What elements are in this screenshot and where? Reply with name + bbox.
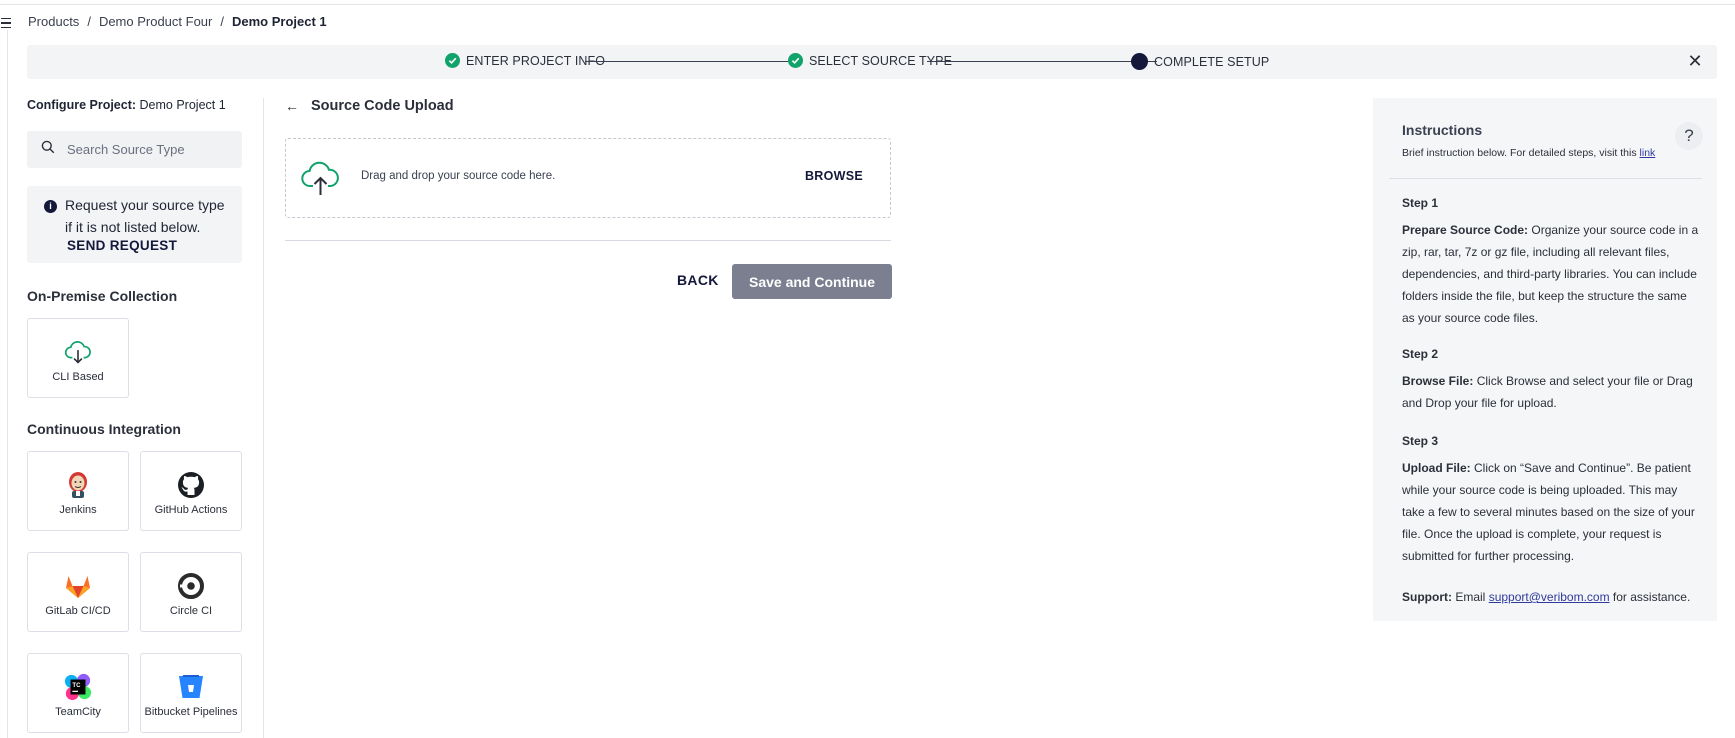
source-tile-gitlab[interactable]: GitLab CI/CD xyxy=(27,552,129,632)
source-tile-circleci[interactable]: Circle CI xyxy=(140,552,242,632)
browse-button[interactable]: BROWSE xyxy=(805,169,863,183)
step-connector xyxy=(585,61,797,62)
source-tile-label: Bitbucket Pipelines xyxy=(144,706,238,718)
breadcrumb-separator: / xyxy=(87,14,91,29)
source-tile-label: Jenkins xyxy=(59,504,97,516)
bitbucket-icon xyxy=(177,673,205,701)
close-icon[interactable]: ✕ xyxy=(1685,51,1705,71)
step-enter-project-info: ENTER PROJECT INFO xyxy=(445,53,605,68)
github-icon xyxy=(177,471,205,499)
search-input[interactable] xyxy=(67,142,217,157)
step-body: Upload File: Click on “Save and Continue… xyxy=(1402,457,1702,567)
support-suffix: for assistance. xyxy=(1609,590,1691,604)
section-on-premise: On-Premise Collection xyxy=(27,288,178,304)
step-complete-setup: COMPLETE SETUP xyxy=(1131,53,1269,70)
teamcity-icon: TC xyxy=(64,673,92,701)
step-heading: Step 1 xyxy=(1402,196,1439,210)
save-and-continue-button[interactable]: Save and Continue xyxy=(732,264,892,299)
source-tile-label: Circle CI xyxy=(169,605,213,617)
instructions-subtitle-text: Brief instruction below. For detailed st… xyxy=(1402,147,1637,159)
section-continuous-integration: Continuous Integration xyxy=(27,421,181,437)
support-prefix: Email xyxy=(1452,590,1489,604)
breadcrumb: Products / Demo Product Four / Demo Proj… xyxy=(28,14,327,29)
step-body: Browse File: Click Browse and select you… xyxy=(1402,370,1702,414)
help-icon[interactable]: ? xyxy=(1675,122,1703,150)
step-label: COMPLETE SETUP xyxy=(1154,54,1270,69)
info-icon: i xyxy=(44,200,57,213)
request-message: Request your source type if it is not li… xyxy=(65,197,225,235)
divider xyxy=(285,240,891,241)
source-tile-label: CLI Based xyxy=(52,371,104,383)
jenkins-icon xyxy=(64,471,92,499)
file-dropzone[interactable]: Drag and drop your source code here. BRO… xyxy=(285,138,891,218)
cloud-download-icon xyxy=(64,338,92,366)
step-body: Prepare Source Code: Organize your sourc… xyxy=(1402,219,1702,329)
svg-text:TC: TC xyxy=(72,683,81,689)
source-tile-teamcity[interactable]: TC TeamCity xyxy=(27,653,129,733)
instructions-link[interactable]: link xyxy=(1640,147,1656,159)
back-arrow-icon[interactable]: ← xyxy=(285,98,299,114)
instructions-title: Instructions xyxy=(1402,122,1483,138)
step-heading: Step 3 xyxy=(1402,434,1439,448)
step-bold: Prepare Source Code: xyxy=(1402,223,1529,237)
breadcrumb-current: Demo Project 1 xyxy=(232,14,327,29)
source-tile-label: GitLab CI/CD xyxy=(45,605,111,617)
instruction-step-3: Step 3 Upload File: Click on “Save and C… xyxy=(1402,430,1702,567)
send-request-button[interactable]: SEND REQUEST xyxy=(67,238,177,253)
search-source-type[interactable] xyxy=(27,131,242,168)
sidebar-divider xyxy=(263,98,264,738)
circleci-icon xyxy=(177,572,205,600)
source-type-sidebar: Configure Project: Demo Project 1 i Requ… xyxy=(27,98,242,733)
instruction-step-1: Step 1 Prepare Source Code: Organize you… xyxy=(1402,192,1702,329)
step-bold: Upload File: xyxy=(1402,461,1471,475)
left-divider xyxy=(7,30,8,738)
dropzone-text: Drag and drop your source code here. xyxy=(361,170,556,182)
breadcrumb-products[interactable]: Products xyxy=(28,14,79,29)
support-email-link[interactable]: support@veribom.com xyxy=(1489,590,1610,604)
configure-project-title: Configure Project: Demo Project 1 xyxy=(27,98,242,112)
breadcrumb-separator: / xyxy=(220,14,224,29)
instructions-divider xyxy=(1389,178,1702,179)
step-bold: Browse File: xyxy=(1402,374,1474,388)
source-tile-cli[interactable]: CLI Based xyxy=(27,318,129,398)
back-button[interactable]: BACK xyxy=(677,272,719,288)
configure-project-label: Configure Project: xyxy=(27,98,137,112)
instructions-panel: Instructions Brief instruction below. Fo… xyxy=(1373,98,1717,621)
step-connector xyxy=(927,61,1157,62)
step-heading: Step 2 xyxy=(1402,347,1439,361)
page-title: Source Code Upload xyxy=(311,98,454,114)
instructions-subtitle: Brief instruction below. For detailed st… xyxy=(1402,147,1655,159)
source-tile-github-actions[interactable]: GitHub Actions xyxy=(140,451,242,531)
check-circle-icon xyxy=(445,53,460,68)
step-text: Click on “Save and Continue”. Be patient… xyxy=(1402,461,1695,563)
breadcrumb-product[interactable]: Demo Product Four xyxy=(99,14,212,29)
support-line: Support: Email support@veribom.com for a… xyxy=(1402,586,1702,608)
source-tile-label: GitHub Actions xyxy=(154,504,228,516)
configure-project-value: Demo Project 1 xyxy=(139,98,226,112)
cloud-upload-icon xyxy=(300,159,342,202)
current-step-dot-icon xyxy=(1131,53,1148,70)
source-tile-label: TeamCity xyxy=(55,706,101,718)
source-tile-bitbucket[interactable]: Bitbucket Pipelines xyxy=(140,653,242,733)
support-label: Support: xyxy=(1402,590,1452,604)
source-tile-jenkins[interactable]: Jenkins xyxy=(27,451,129,531)
gitlab-icon xyxy=(64,572,92,600)
instruction-step-2: Step 2 Browse File: Click Browse and sel… xyxy=(1402,343,1702,414)
setup-stepper: ENTER PROJECT INFO SELECT SOURCE TYPE CO… xyxy=(27,45,1717,79)
step-text: Organize your source code in a zip, rar,… xyxy=(1402,223,1699,325)
top-border xyxy=(0,4,1735,5)
check-circle-icon xyxy=(788,53,803,68)
request-source-type-box: i Request your source type if it is not … xyxy=(27,186,242,263)
search-icon xyxy=(41,140,55,159)
